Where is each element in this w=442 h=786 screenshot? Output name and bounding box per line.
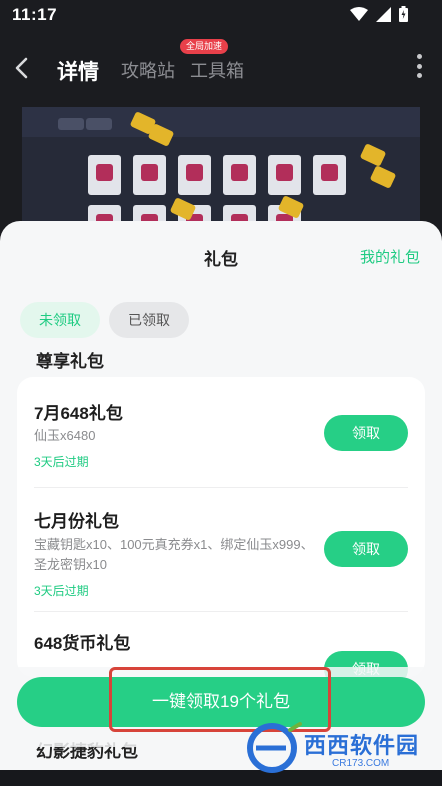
more-menu-icon[interactable] xyxy=(416,54,422,78)
screenshot-card xyxy=(268,155,301,195)
gold-coin-icon xyxy=(369,165,397,189)
watermark-e-icon xyxy=(247,722,302,773)
gift-sheet: 礼包 我的礼包 未领取 已领取 尊享礼包 7月648礼包 仙玉x6480 3天后… xyxy=(0,221,442,786)
gift-list-card: 7月648礼包 仙玉x6480 3天后过期 领取 七月份礼包 宝藏钥匙x10、1… xyxy=(17,377,425,677)
gift-item: 七月份礼包 宝藏钥匙x10、100元真充券x1、绑定仙玉x999、圣龙密钥x10… xyxy=(17,487,425,611)
screenshot-tab xyxy=(58,118,84,130)
gift-name: 7月648礼包 xyxy=(34,404,123,423)
my-gifts-link[interactable]: 我的礼包 xyxy=(360,246,420,267)
status-icons xyxy=(350,6,408,22)
tab-detail[interactable]: 详情 xyxy=(57,56,99,86)
gold-coin-icon xyxy=(359,143,387,167)
tab-strategy[interactable]: 攻略站 xyxy=(121,57,175,83)
watermark-logo: 西西软件园 CR173.COM xyxy=(246,722,436,774)
filter-claimed[interactable]: 已领取 xyxy=(109,302,189,338)
screenshot-tab xyxy=(86,118,112,130)
tab-tools[interactable]: 工具箱 xyxy=(190,57,244,83)
tab-badge: 全局加速 xyxy=(180,39,229,54)
signal-icon xyxy=(376,6,391,22)
filter-unclaimed[interactable]: 未领取 xyxy=(20,302,100,338)
screenshot-card xyxy=(133,155,166,195)
screenshot-card xyxy=(88,155,121,195)
gift-item: 7月648礼包 仙玉x6480 3天后过期 领取 xyxy=(17,377,425,487)
screenshot-card xyxy=(223,155,256,195)
screenshot-card xyxy=(313,155,346,195)
watermark-text: 西西软件园 xyxy=(304,733,420,758)
screenshot-card xyxy=(178,155,211,195)
watermark-subtext: CR173.COM xyxy=(332,758,390,769)
gift-expire: 3天后过期 xyxy=(34,455,89,469)
claim-button[interactable]: 领取 xyxy=(324,531,408,567)
gift-expire: 3天后过期 xyxy=(34,584,89,598)
wifi-icon xyxy=(350,7,368,21)
battery-icon xyxy=(399,6,408,22)
back-arrow-icon[interactable] xyxy=(10,56,34,80)
app-header: 详情 攻略站 全局加速 工具箱 xyxy=(0,36,442,98)
section-title: 尊享礼包 xyxy=(36,352,104,371)
gift-name: 648货币礼包 xyxy=(34,634,131,653)
gift-name: 七月份礼包 xyxy=(34,512,119,531)
status-bar: 11:17 xyxy=(0,0,442,30)
claim-button[interactable]: 领取 xyxy=(324,415,408,451)
status-time: 11:17 xyxy=(12,5,58,24)
gift-content: 仙玉x6480 xyxy=(34,428,96,443)
gift-content: 宝藏钥匙x10、100元真充券x1、绑定仙玉x999、圣龙密钥x10 xyxy=(34,537,314,572)
